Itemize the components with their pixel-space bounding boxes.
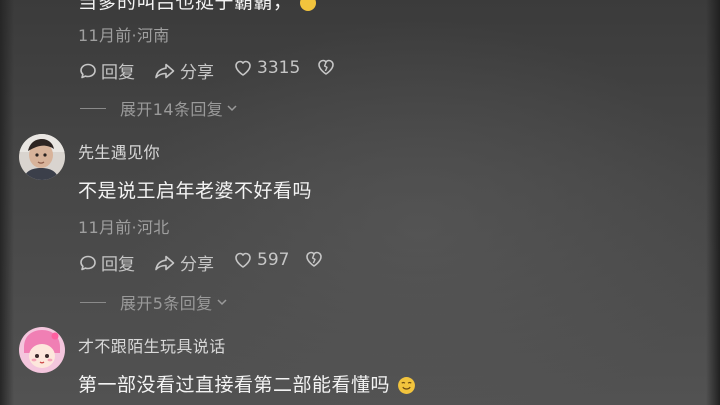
comment-meta-2: 11月前·河北 — [78, 218, 170, 237]
reply-button-1[interactable]: 回复 — [79, 58, 135, 83]
left-edge-shadow — [0, 0, 14, 405]
share-arrow-icon — [155, 255, 175, 270]
heart-icon — [235, 60, 251, 76]
like-count-1: 3315 — [257, 58, 301, 78]
avatar[interactable] — [19, 327, 65, 373]
like-button-2[interactable]: 597 — [233, 250, 289, 270]
like-count-2: 597 — [257, 250, 290, 270]
share-button-1[interactable]: 分享 — [154, 58, 214, 83]
divider-line — [80, 107, 106, 109]
avatar-image — [19, 134, 65, 180]
comment-text-1: 当爹的叫吕也挺于霸霸， — [78, 0, 317, 14]
chevron-down-icon — [217, 299, 227, 306]
avatar[interactable] — [19, 134, 65, 180]
divider-line — [80, 301, 106, 303]
heart-icon — [235, 252, 251, 268]
dislike-button-1[interactable] — [316, 58, 340, 76]
avatar-image — [19, 327, 65, 373]
broken-heart-icon — [318, 59, 334, 75]
comment-meta-1: 11月前·河南 — [78, 26, 170, 45]
reply-button-2[interactable]: 回复 — [79, 250, 135, 275]
share-button-2[interactable]: 分享 — [154, 250, 214, 275]
like-button-1[interactable]: 3315 — [233, 58, 300, 78]
dislike-button-2[interactable] — [304, 250, 328, 268]
username-2[interactable]: 先生遇见你 — [78, 139, 160, 163]
expand-replies-2[interactable]: 展开5条回复 — [80, 290, 229, 314]
emoji-icon — [300, 0, 317, 11]
broken-heart-icon — [306, 251, 322, 267]
comment-text-3: 第一部没看过直接看第二部能看懂吗 — [78, 370, 416, 397]
emoji-icon — [397, 377, 415, 394]
reply-bubble-icon — [80, 255, 96, 270]
reply-bubble-icon — [80, 63, 96, 78]
right-edge-shadow — [706, 0, 720, 405]
expand-replies-1[interactable]: 展开14条回复 — [80, 96, 239, 120]
share-arrow-icon — [155, 63, 175, 78]
chevron-down-icon — [227, 105, 237, 112]
username-3[interactable]: 才不跟陌生玩具说话 — [78, 333, 226, 357]
comment-text-2: 不是说王启年老婆不好看吗 — [78, 180, 313, 202]
